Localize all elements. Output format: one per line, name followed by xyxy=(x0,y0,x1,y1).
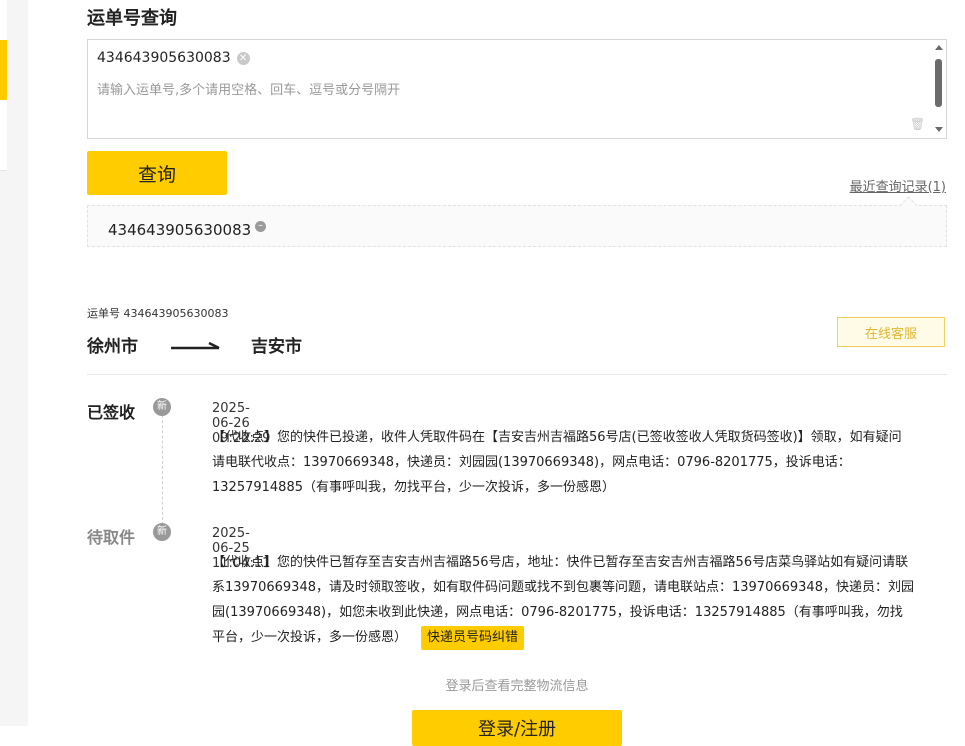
event-status: 已签收 xyxy=(87,403,136,422)
login-hint: 登录后查看完整物流信息 xyxy=(445,679,589,694)
online-service-button[interactable]: 在线客服 xyxy=(837,317,945,347)
waybill-number: 运单号 434643905630083 xyxy=(87,307,229,320)
to-city: 吉安市 xyxy=(251,337,302,357)
event-description: 【代收点】您的快件已投递，收件人凭取件码在【吉安吉州吉福路56号店(已签收签收人… xyxy=(212,430,902,495)
waybill-tag: 434643905630083 ✕ xyxy=(97,50,250,66)
remove-icon[interactable]: – xyxy=(255,220,267,232)
new-badge-icon: 新 xyxy=(153,398,171,416)
textarea-scrollbar[interactable] xyxy=(932,40,946,138)
timeline-line xyxy=(162,415,163,525)
panel-caret xyxy=(899,196,918,215)
event-description: 【代收点】您的快件已暂存至吉安吉州吉福路56号店，地址：快件已暂存至吉安吉州吉福… xyxy=(212,550,914,650)
trash-icon[interactable]: 🗑 xyxy=(910,118,925,130)
history-item-label[interactable]: 434643905630083 xyxy=(108,221,251,239)
event-description-text: 【代收点】您的快件已暂存至吉安吉州吉福路56号店，地址：快件已暂存至吉安吉州吉福… xyxy=(212,555,914,645)
login-button[interactable]: 登录/注册 xyxy=(412,710,622,746)
scroll-down-icon[interactable] xyxy=(935,127,943,132)
from-city: 徐州市 xyxy=(87,337,138,357)
active-indicator xyxy=(0,40,7,100)
new-badge-icon: 新 xyxy=(153,523,171,541)
query-button[interactable]: 查询 xyxy=(87,151,227,195)
input-placeholder: 请输入运单号,多个请用空格、回车、逗号或分号隔开 xyxy=(97,83,401,98)
waybill-tag-value: 434643905630083 xyxy=(97,50,231,66)
event-status: 待取件 xyxy=(87,528,136,547)
courier-number-correction-button[interactable]: 快递员号码纠错 xyxy=(421,625,525,650)
divider xyxy=(87,374,947,375)
section-title: 运单号查询 xyxy=(87,8,177,29)
scroll-up-icon[interactable] xyxy=(935,45,943,50)
recent-queries-link[interactable]: 最近查询记录(1) xyxy=(850,176,946,195)
left-rail xyxy=(0,0,28,726)
scroll-thumb[interactable] xyxy=(935,59,942,107)
arrow-right-icon xyxy=(171,342,220,350)
waybill-input[interactable]: 434643905630083 ✕ 请输入运单号,多个请用空格、回车、逗号或分号… xyxy=(87,39,947,139)
clear-icon[interactable]: ✕ xyxy=(236,51,250,65)
recent-queries-panel: 434643905630083 – xyxy=(87,196,947,247)
history-item[interactable]: 434643905630083 – xyxy=(108,220,267,239)
